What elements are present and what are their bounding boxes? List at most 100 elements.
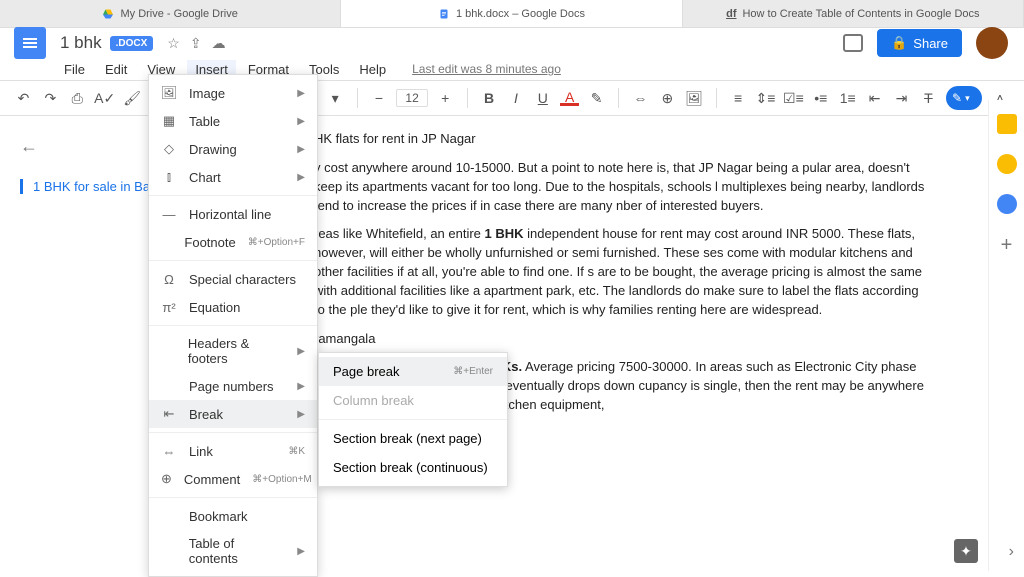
- image-icon[interactable]: 🖼: [685, 88, 704, 108]
- undo-icon[interactable]: ↶: [14, 88, 33, 108]
- insert-menu-item[interactable]: ⇤Break▶: [149, 400, 317, 428]
- insert-menu-item[interactable]: Bookmark: [149, 502, 317, 530]
- zoom-dropdown[interactable]: ▾: [326, 88, 345, 108]
- font-size[interactable]: 12: [396, 89, 427, 107]
- avatar[interactable]: [976, 27, 1008, 59]
- print-icon[interactable]: ⎙: [68, 88, 87, 108]
- star-icon[interactable]: ☆: [167, 35, 180, 52]
- menu-item-icon: Ω: [161, 271, 177, 287]
- bold-icon[interactable]: B: [480, 88, 499, 108]
- insert-menu-item[interactable]: —Horizontal line: [149, 200, 317, 228]
- highlight-icon[interactable]: ✎: [587, 88, 606, 108]
- insert-menu-item[interactable]: ◇Drawing▶: [149, 135, 317, 163]
- menu-item-icon: ⫾: [161, 169, 177, 185]
- menu-item-label: Comment: [184, 472, 240, 487]
- tab-label: How to Create Table of Contents in Googl…: [742, 8, 979, 20]
- indent-icon[interactable]: ⇥: [892, 88, 911, 108]
- insert-menu-item[interactable]: ⇔Link⌘K: [149, 437, 317, 465]
- comment-icon[interactable]: ⊕: [658, 88, 677, 108]
- menu-item-icon: [161, 343, 176, 359]
- menu-help[interactable]: Help: [351, 60, 394, 79]
- browser-tabs: My Drive - Google Drive 1 bhk.docx – Goo…: [0, 0, 1024, 28]
- redo-icon[interactable]: ↷: [41, 88, 60, 108]
- menu-shortcut: ⌘+Enter: [453, 366, 493, 377]
- insert-menu-item[interactable]: Headers & footers▶: [149, 330, 317, 372]
- underline-icon[interactable]: U: [533, 88, 552, 108]
- menu-item-label: Page numbers: [189, 379, 274, 394]
- numbering-icon[interactable]: 1≡: [838, 88, 857, 108]
- menu-item-label: Equation: [189, 300, 240, 315]
- menu-shortcut: ⌘+Option+M: [252, 474, 311, 485]
- docs-logo[interactable]: [14, 27, 46, 59]
- insert-menu-item[interactable]: ⫾Chart▶: [149, 163, 317, 191]
- keep-icon[interactable]: [997, 154, 1017, 174]
- submenu-arrow-icon: ▶: [297, 88, 305, 99]
- menu-item-icon: π²: [161, 299, 177, 315]
- menu-file[interactable]: File: [56, 60, 93, 79]
- doc-title[interactable]: 1 bhk: [60, 33, 102, 53]
- spellcheck-icon[interactable]: A✓: [95, 88, 115, 108]
- submenu-arrow-icon: ▶: [297, 116, 305, 127]
- menu-item-icon: ◇: [161, 141, 177, 157]
- font-minus[interactable]: −: [370, 88, 389, 108]
- font-plus[interactable]: +: [436, 88, 455, 108]
- comments-icon[interactable]: [843, 34, 863, 52]
- menu-item-icon: ⊕: [161, 471, 172, 487]
- menu-item-label: Section break (continuous): [333, 460, 488, 475]
- insert-menu-item[interactable]: ▦Table▶: [149, 107, 317, 135]
- tasks-icon[interactable]: [997, 194, 1017, 214]
- menu-item-icon: ▦: [161, 113, 177, 129]
- insert-menu-item[interactable]: ⊕ Comment ⌘+Option+M: [149, 465, 317, 493]
- insert-menu-item[interactable]: Page numbers ▶: [149, 372, 317, 400]
- paint-icon[interactable]: 🖌: [123, 88, 142, 108]
- submenu-arrow-icon: ▶: [297, 381, 305, 392]
- break-menu-item: Column break: [319, 386, 507, 415]
- move-icon[interactable]: ⇪: [190, 35, 202, 52]
- chevron-right-icon[interactable]: ›: [1009, 543, 1014, 561]
- menu-item-label: Image: [189, 86, 225, 101]
- menu-item-icon: [161, 234, 172, 250]
- insert-menu-item[interactable]: 🖼Image▶: [149, 79, 317, 107]
- align-icon[interactable]: ≡: [729, 88, 748, 108]
- menu-item-icon: —: [161, 206, 177, 222]
- browser-tab-docs[interactable]: 1 bhk.docx – Google Docs: [341, 0, 682, 27]
- link-icon[interactable]: ⇔: [631, 88, 650, 108]
- body-text: ramangala: [314, 330, 926, 349]
- outdent-icon[interactable]: ⇤: [865, 88, 884, 108]
- insert-menu-item[interactable]: Table of contents ▶: [149, 530, 317, 572]
- document-page[interactable]: HK flats for rent in JP Nagar y cost any…: [240, 116, 1000, 571]
- explore-button[interactable]: ✦: [954, 539, 978, 563]
- submenu-arrow-icon: ▶: [297, 546, 305, 557]
- italic-icon[interactable]: I: [506, 88, 525, 108]
- insert-menu-item[interactable]: ΩSpecial characters: [149, 265, 317, 293]
- break-menu-item[interactable]: Section break (continuous): [319, 453, 507, 482]
- insert-menu-item[interactable]: Footnote⌘+Option+F: [149, 228, 317, 256]
- submenu-arrow-icon: ▶: [297, 346, 305, 357]
- menu-item-icon: ⇔: [161, 443, 177, 459]
- last-edit[interactable]: Last edit was 8 minutes ago: [404, 60, 569, 78]
- share-button[interactable]: 🔒 Share: [877, 29, 962, 57]
- lock-icon: 🔒: [891, 35, 907, 51]
- addons-plus-icon[interactable]: +: [997, 234, 1017, 254]
- break-menu-item[interactable]: Page break ⌘+Enter: [319, 357, 507, 386]
- linespacing-icon[interactable]: ⇕≡: [755, 88, 775, 108]
- clear-format-icon[interactable]: T: [919, 88, 938, 108]
- editing-mode[interactable]: [946, 86, 982, 110]
- menu-item-label: Chart: [189, 170, 221, 185]
- browser-tab-drive[interactable]: My Drive - Google Drive: [0, 0, 341, 27]
- break-menu-item[interactable]: Section break (next page): [319, 424, 507, 453]
- menu-shortcut: ⌘K: [288, 446, 305, 457]
- bullets-icon[interactable]: •≡: [811, 88, 830, 108]
- docx-badge: .DOCX: [110, 36, 154, 51]
- menu-item-icon: [161, 543, 177, 559]
- text-color-icon[interactable]: A: [560, 90, 579, 106]
- menu-edit[interactable]: Edit: [97, 60, 135, 79]
- menu-item-label: Table of contents: [189, 536, 286, 566]
- checklist-icon[interactable]: ☑≡: [783, 88, 803, 108]
- cloud-icon[interactable]: ☁: [212, 35, 226, 52]
- insert-menu-item[interactable]: π² Equation: [149, 293, 317, 321]
- menu-item-label: Drawing: [189, 142, 237, 157]
- browser-tab-guide[interactable]: df How to Create Table of Contents in Go…: [683, 0, 1024, 27]
- menu-item-label: Page break: [333, 364, 400, 379]
- calendar-icon[interactable]: [997, 114, 1017, 134]
